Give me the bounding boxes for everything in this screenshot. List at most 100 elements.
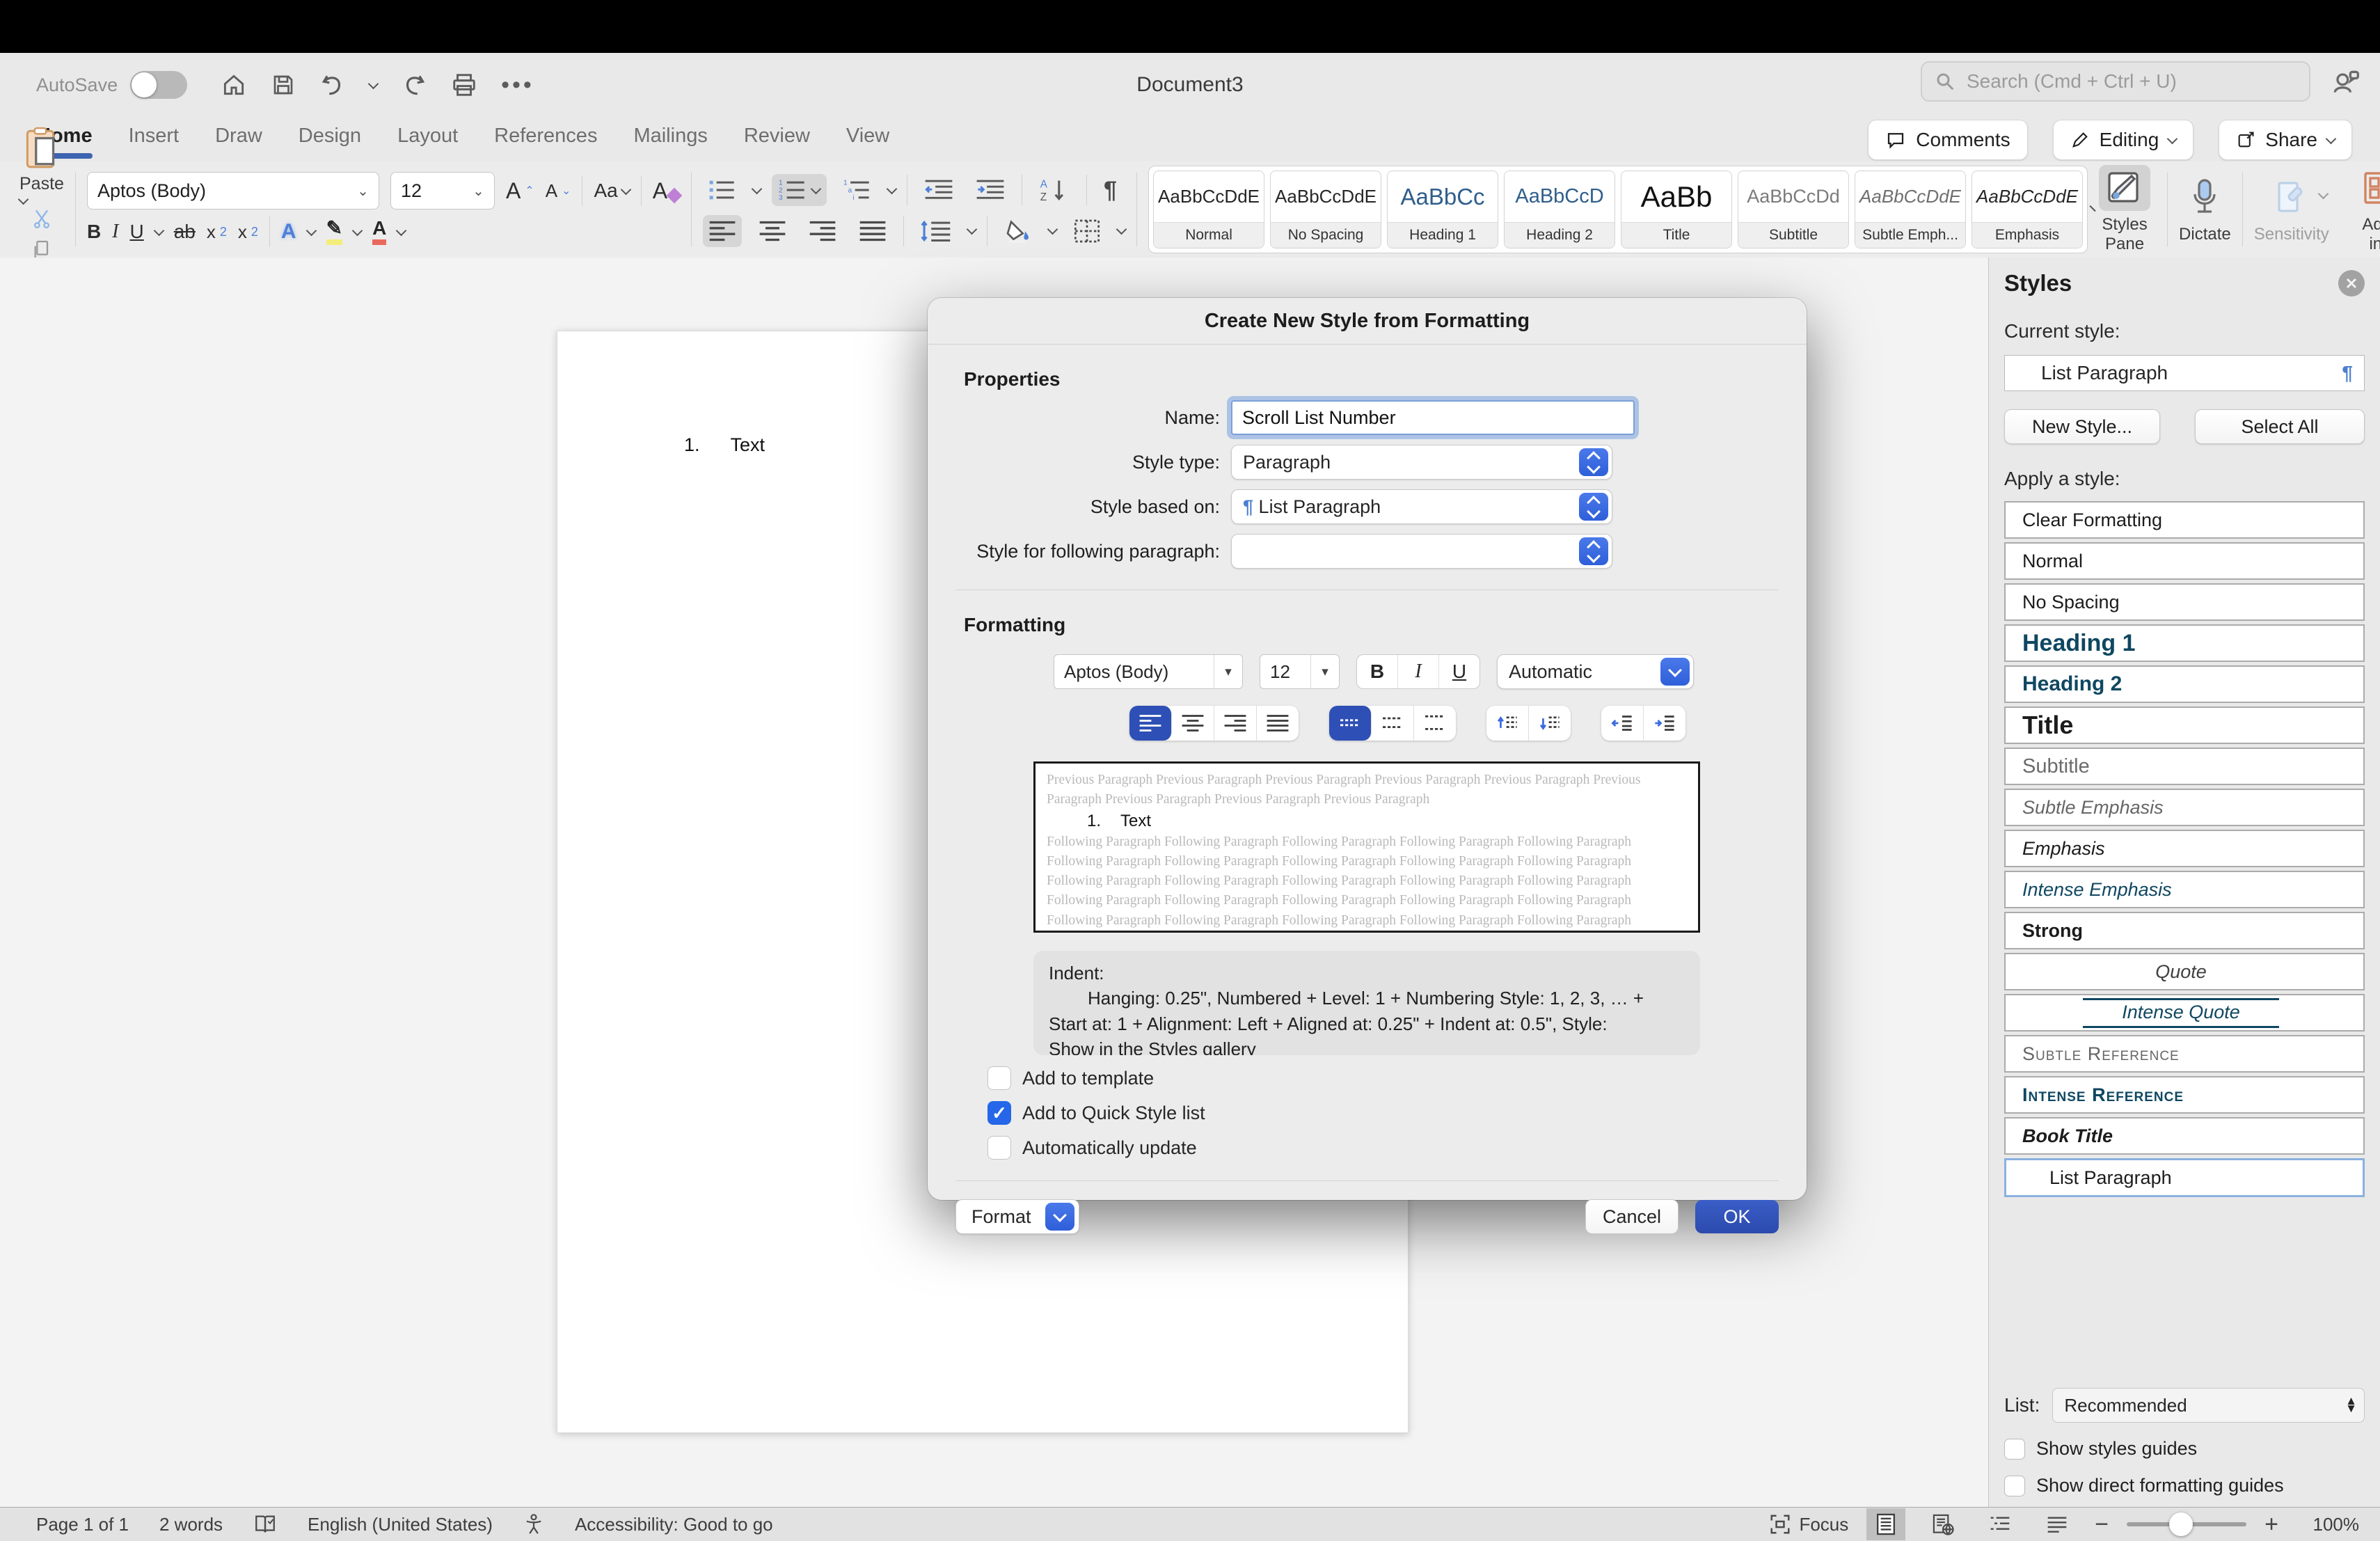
style-item-intense-emphasis[interactable]: Intense Emphasis — [2004, 871, 2365, 908]
line-spacing-button[interactable] — [915, 215, 957, 247]
font-name-combo[interactable]: Aptos (Body)⌄ — [87, 172, 379, 210]
tab-view[interactable]: View — [846, 125, 889, 155]
highlight-button[interactable]: ✎ — [326, 219, 342, 245]
home-icon[interactable] — [221, 72, 247, 98]
editing-mode-button[interactable]: Editing — [2053, 120, 2194, 160]
zoom-slider-thumb[interactable] — [2169, 1512, 2193, 1536]
font-size-combo[interactable]: 12⌄ — [390, 172, 495, 210]
paste-button[interactable]: Paste — [19, 127, 64, 194]
tab-review[interactable]: Review — [744, 125, 810, 155]
accessibility-status[interactable]: Accessibility: Good to go — [575, 1514, 773, 1535]
dialog-italic-button[interactable]: I — [1398, 655, 1439, 688]
cut-icon[interactable] — [31, 207, 53, 229]
automatically-update-checkbox[interactable] — [987, 1136, 1011, 1160]
gallery-style-emphasis[interactable]: AaBbCcDdEEmphasis — [1972, 171, 2083, 248]
shading-button[interactable] — [999, 215, 1038, 247]
multilevel-list-button[interactable]: 1ai — [838, 174, 877, 206]
accessibility-icon[interactable] — [523, 1513, 544, 1535]
zoom-slider[interactable] — [2127, 1522, 2246, 1526]
list-filter-dropdown[interactable]: Recommended ▲▼ — [2052, 1388, 2365, 1423]
paste-chevron-icon[interactable] — [18, 193, 29, 205]
dialog-decrease-indent-button[interactable] — [1601, 706, 1644, 741]
show-paragraph-marks-button[interactable]: ¶ — [1098, 173, 1122, 208]
style-item-intense-reference[interactable]: Intense Reference — [2004, 1076, 2365, 1114]
underline-chevron-icon[interactable] — [153, 225, 164, 236]
style-item-strong[interactable]: Strong — [2004, 912, 2365, 949]
font-color-button[interactable]: A — [372, 219, 386, 245]
tab-layout[interactable]: Layout — [397, 125, 458, 155]
increase-space-before-button[interactable] — [1486, 706, 1529, 741]
underline-button[interactable]: U — [130, 221, 144, 243]
style-item-normal[interactable]: Normal — [2004, 542, 2365, 580]
dialog-align-right-button[interactable] — [1214, 706, 1257, 741]
contacts-icon[interactable] — [2330, 67, 2361, 97]
tab-mailings[interactable]: Mailings — [633, 125, 707, 155]
style-type-popup[interactable]: Paragraph — [1231, 445, 1612, 480]
style-name-input[interactable] — [1231, 400, 1635, 435]
align-center-button[interactable] — [753, 215, 792, 247]
style-item-subtle-emphasis[interactable]: Subtle Emphasis — [2004, 789, 2365, 826]
select-all-button[interactable]: Select All — [2195, 409, 2365, 444]
save-icon[interactable] — [271, 72, 296, 97]
sensitivity-button[interactable]: Sensitivity — [2254, 175, 2329, 244]
current-style-box[interactable]: List Paragraph ¶ — [2004, 355, 2365, 391]
language-indicator[interactable]: English (United States) — [308, 1514, 493, 1535]
close-icon[interactable] — [2338, 270, 2365, 297]
sort-button[interactable]: AZ — [1033, 173, 1075, 207]
style-item-emphasis[interactable]: Emphasis — [2004, 830, 2365, 867]
italic-button[interactable]: I — [112, 221, 118, 243]
increase-space-after-button[interactable] — [1529, 706, 1571, 741]
style-item-subtitle[interactable]: Subtitle — [2004, 748, 2365, 785]
strikethrough-button[interactable]: ab — [174, 221, 196, 243]
draft-view-button[interactable] — [2038, 1508, 2077, 1540]
undo-icon[interactable] — [319, 72, 346, 98]
zoom-in-button[interactable]: + — [2264, 1512, 2278, 1536]
search-input[interactable]: Search (Cmd + Ctrl + U) — [1921, 61, 2310, 102]
add-ins-button[interactable]: Add-ins — [2354, 165, 2380, 253]
style-item-book-title[interactable]: Book Title — [2004, 1117, 2365, 1155]
autosave-toggle[interactable] — [130, 71, 187, 99]
multilevel-chevron-icon[interactable] — [887, 183, 898, 194]
add-to-quick-style-checkbox[interactable]: ✓ — [987, 1101, 1011, 1125]
tab-draw[interactable]: Draw — [215, 125, 262, 155]
zoom-level[interactable]: 100% — [2296, 1514, 2359, 1535]
show-styles-guides-option[interactable]: Show styles guides — [2004, 1438, 2365, 1460]
bold-button[interactable]: B — [87, 221, 101, 243]
autosave-control[interactable]: AutoSave — [36, 71, 187, 99]
style-item-quote[interactable]: Quote — [2004, 953, 2365, 990]
borders-chevron-icon[interactable] — [1116, 224, 1127, 235]
gallery-style-title[interactable]: AaBbTitle — [1621, 171, 1732, 248]
style-item-clear-formatting[interactable]: Clear Formatting — [2004, 501, 2365, 539]
dialog-increase-indent-button[interactable] — [1644, 706, 1685, 741]
direct-formatting-checkbox[interactable] — [2004, 1476, 2025, 1496]
share-button[interactable]: Share — [2219, 120, 2352, 160]
double-spacing-button[interactable] — [1414, 706, 1456, 741]
undo-dropdown-chevron[interactable] — [368, 78, 379, 89]
numbering-button[interactable]: 123 — [772, 174, 827, 206]
style-item-title[interactable]: Title — [2004, 706, 2365, 744]
redo-icon[interactable] — [401, 72, 427, 98]
styles-pane-button[interactable]: Styles Pane — [2093, 165, 2156, 253]
tab-insert[interactable]: Insert — [129, 125, 180, 155]
page-indicator[interactable]: Page 1 of 1 — [36, 1514, 129, 1535]
focus-button[interactable]: Focus — [1770, 1514, 1848, 1535]
format-menu-button[interactable]: Format — [955, 1199, 1079, 1234]
following-paragraph-popup[interactable] — [1231, 534, 1612, 569]
change-case-button[interactable]: Aa — [594, 180, 629, 202]
line-spacing-chevron-icon[interactable] — [967, 224, 978, 235]
style-item-subtle-reference[interactable]: Subtle Reference — [2004, 1035, 2365, 1073]
cancel-button[interactable]: Cancel — [1585, 1199, 1679, 1234]
bullets-button[interactable] — [703, 174, 742, 206]
text-effects-chevron-icon[interactable] — [306, 225, 317, 236]
dialog-bold-button[interactable]: B — [1357, 655, 1398, 688]
dialog-color-popup[interactable]: Automatic — [1497, 654, 1694, 689]
add-to-template-option[interactable]: Add to template — [987, 1066, 1807, 1090]
add-to-template-checkbox[interactable] — [987, 1066, 1011, 1090]
based-on-popup[interactable]: ¶ List Paragraph — [1231, 489, 1612, 524]
style-item-heading2[interactable]: Heading 2 — [2004, 665, 2365, 703]
gallery-style-heading2[interactable]: AaBbCcDHeading 2 — [1504, 171, 1615, 248]
style-item-heading1[interactable]: Heading 1 — [2004, 624, 2365, 662]
gallery-style-no-spacing[interactable]: AaBbCcDdENo Spacing — [1270, 171, 1381, 248]
bullets-chevron-icon[interactable] — [752, 183, 763, 194]
dictate-button[interactable]: Dictate — [2179, 175, 2231, 244]
